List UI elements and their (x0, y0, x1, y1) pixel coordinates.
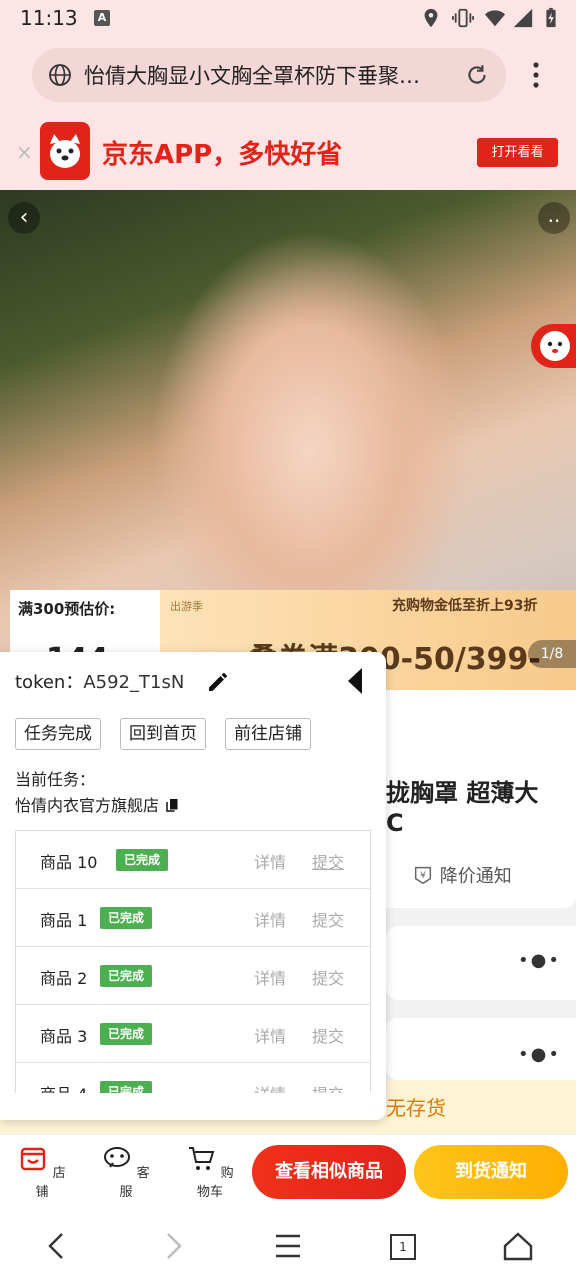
status-badge: 已完成 (100, 1023, 153, 1045)
status-bar: 11:13 A (0, 0, 576, 36)
price-tag-icon: ¥ (414, 866, 432, 885)
task-name: 商品 2 (40, 969, 88, 988)
status-badge: 已完成 (100, 1081, 153, 1093)
jd-float-icon[interactable] (531, 324, 576, 368)
token-label: token： (15, 672, 84, 693)
product-gallery[interactable]: ‹ .. 满300预估价: 144 出游季 充购物金低至折上93折 叠券满300… (0, 190, 576, 690)
system-nav-bar: 1 (0, 1210, 576, 1280)
back-home-button[interactable]: 回到首页 (120, 718, 206, 750)
chat-icon (104, 1147, 131, 1168)
task-name: 商品 4 (40, 1081, 87, 1093)
collapse-panel-icon[interactable] (348, 668, 362, 694)
task-list[interactable]: 商品 10 已完成 详情 提交 商品 1 已完成 详情 提交 商品 2 已完成 … (15, 830, 371, 1093)
task-detail-link[interactable]: 详情 (254, 849, 286, 873)
task-detail-link[interactable]: 详情 (254, 1023, 286, 1047)
task-detail-link[interactable]: 详情 (254, 965, 286, 989)
task-submit-link[interactable]: 提交 (312, 1081, 344, 1093)
task-row[interactable]: 商品 4 已完成 详情 提交 (16, 1063, 370, 1093)
reload-icon[interactable] (464, 62, 490, 88)
status-badge: 已完成 (116, 849, 169, 871)
image-counter: 1/8 (528, 640, 576, 668)
url-bar[interactable]: 怡倩大胸显小文胸全罩杯防下垂聚… (32, 48, 506, 102)
product-title: 拢胸罩 超薄大 C (386, 779, 539, 837)
similar-products-button[interactable]: 查看相似商品 (252, 1145, 406, 1199)
goto-store-button[interactable]: 前往店铺 (225, 718, 311, 750)
jd-app-banner: × 京东APP，多快好省 打开看看 (0, 114, 576, 190)
task-row[interactable]: 商品 2 已完成 详情 提交 (16, 947, 370, 1005)
nav-forward-icon[interactable] (152, 1228, 192, 1264)
current-shop: 怡倩内衣官方旗舰店 (15, 792, 182, 816)
token-line: token：A592_T1sN (15, 668, 184, 694)
svg-text:¥: ¥ (420, 870, 426, 881)
cart-action[interactable]: 购物车 (180, 1143, 240, 1200)
task-submit-link[interactable]: 提交 (312, 1023, 344, 1047)
edit-pencil-icon[interactable] (206, 670, 230, 694)
battery-icon (546, 7, 556, 28)
nav-home-icon[interactable] (498, 1228, 538, 1264)
more-dots-icon: •●• (518, 1044, 561, 1065)
task-detail-link[interactable]: 详情 (254, 1081, 286, 1093)
task-detail-link[interactable]: 详情 (254, 907, 286, 931)
store-icon (21, 1147, 46, 1171)
store-action[interactable]: 店铺 (12, 1143, 72, 1200)
browser-toolbar: 怡倩大胸显小文胸全罩杯防下垂聚… (0, 36, 576, 114)
jd-dog-icon (50, 134, 80, 168)
task-submit-link[interactable]: 提交 (312, 965, 344, 989)
status-badge: 已完成 (100, 965, 153, 987)
more-dots-icon[interactable]: .. (538, 202, 570, 234)
price-drop-notify[interactable]: ¥ 降价通知 (412, 862, 512, 888)
promo-tag: 出游季 (170, 600, 203, 613)
current-shop-name: 怡倩内衣官方旗舰店 (15, 796, 160, 815)
task-submit-link[interactable]: 提交 (312, 849, 344, 873)
banner-close-icon[interactable]: × (16, 140, 33, 164)
info-card-3[interactable]: •●• (386, 1018, 576, 1080)
task-name: 商品 3 (40, 1027, 88, 1046)
jd-logo (40, 122, 90, 180)
info-card-2[interactable]: •●• (386, 926, 576, 1000)
bottom-action-bar: 店铺 客服 购物车 查看相似商品 到货通知 (0, 1134, 576, 1211)
vibrate-icon (452, 8, 474, 28)
price-drop-label: 降价通知 (439, 866, 512, 887)
nav-menu-icon[interactable] (268, 1228, 308, 1264)
more-dots-icon: •●• (518, 950, 561, 971)
promo-subtitle: 充购物金低至折上93折 (392, 598, 538, 614)
copy-icon[interactable] (164, 796, 182, 814)
task-row[interactable]: 商品 1 已完成 详情 提交 (16, 889, 370, 947)
stock-text: 无存货 (386, 1096, 446, 1120)
service-action[interactable]: 客服 (96, 1143, 156, 1200)
notification-a-icon: A (94, 10, 110, 26)
wifi-icon (484, 10, 506, 27)
task-submit-link[interactable]: 提交 (312, 907, 344, 931)
status-time: 11:13 (20, 6, 78, 30)
task-complete-button[interactable]: 任务完成 (15, 718, 101, 750)
task-row[interactable]: 商品 10 已完成 详情 提交 (16, 831, 370, 889)
task-name: 商品 1 (40, 911, 88, 930)
status-badge: 已完成 (100, 907, 153, 929)
back-arrow-icon[interactable]: ‹ (8, 202, 40, 234)
arrival-notify-button[interactable]: 到货通知 (414, 1145, 568, 1199)
nav-tabs-button[interactable]: 1 (382, 1228, 422, 1264)
promo-price-title: 满300预估价: (18, 600, 116, 618)
task-panel: token：A592_T1sN 任务完成 回到首页 前往店铺 当前任务： 怡倩内… (0, 652, 386, 1120)
token-value: A592_T1sN (83, 672, 185, 693)
url-title: 怡倩大胸显小文胸全罩杯防下垂聚… (84, 64, 420, 88)
tabs-count: 1 (390, 1234, 416, 1260)
task-name: 商品 10 (40, 853, 98, 872)
location-icon (424, 8, 438, 28)
open-app-button[interactable]: 打开看看 (477, 138, 558, 167)
globe-icon (49, 64, 71, 86)
jd-slogan: 京东APP，多快好省 (102, 140, 343, 170)
more-vert-icon[interactable] (524, 60, 548, 90)
task-row[interactable]: 商品 3 已完成 详情 提交 (16, 1005, 370, 1063)
nav-back-icon[interactable] (36, 1228, 76, 1264)
current-task-label: 当前任务： (15, 770, 96, 789)
cart-icon (189, 1147, 215, 1170)
signal-icon (513, 8, 533, 28)
